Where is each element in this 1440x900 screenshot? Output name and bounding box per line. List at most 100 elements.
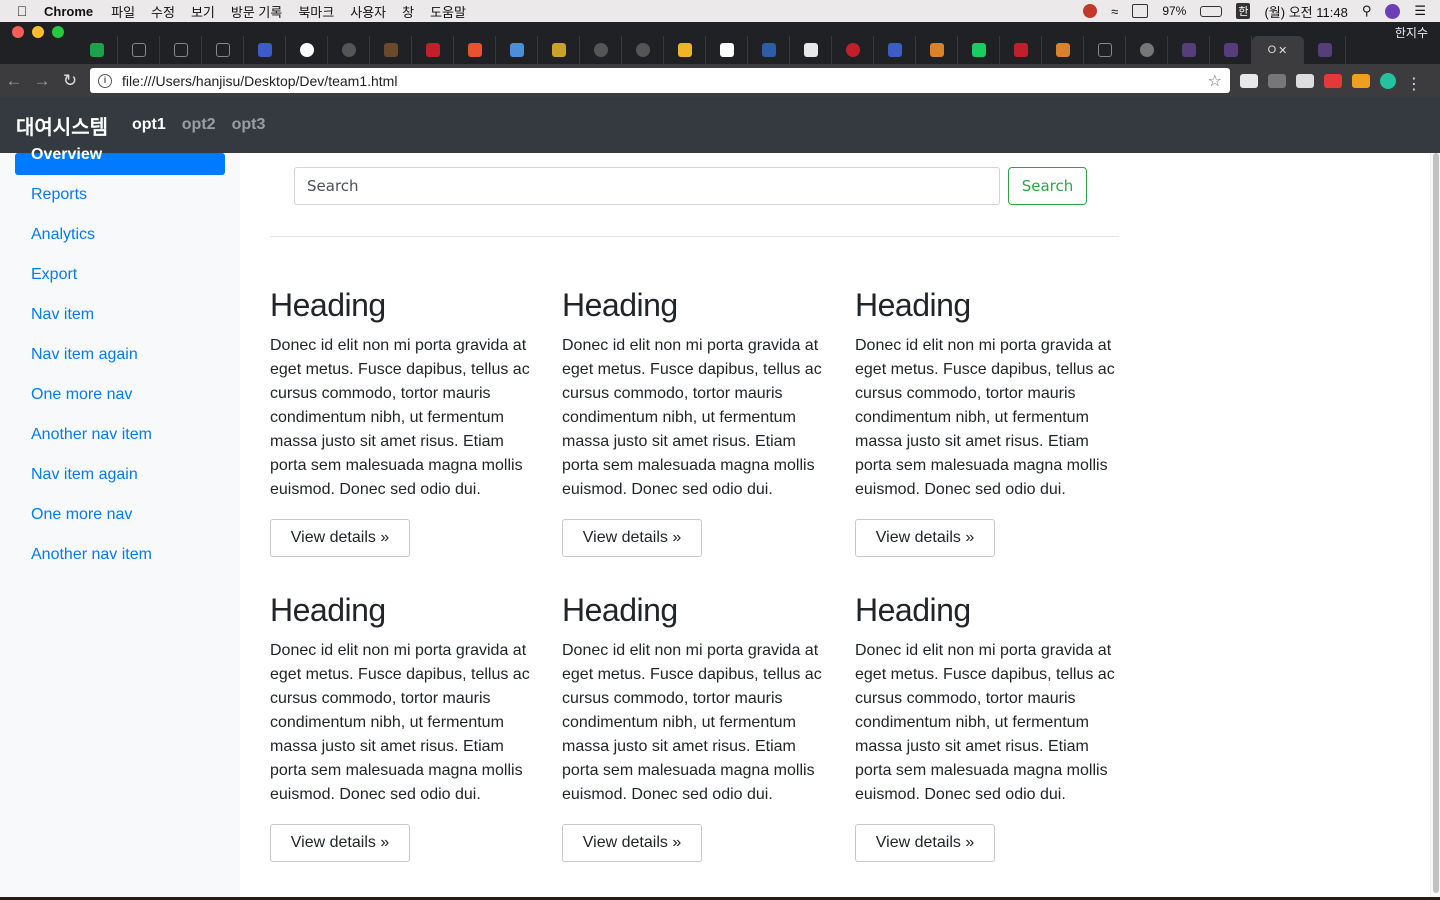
tab[interactable] <box>1304 36 1346 64</box>
apple-icon[interactable]:  <box>0 3 44 19</box>
minimize-window-icon[interactable] <box>32 25 44 38</box>
tab[interactable] <box>370 36 412 64</box>
youtube-extension-icon[interactable] <box>1324 73 1342 88</box>
css-extension-icon[interactable] <box>1268 73 1286 88</box>
tab[interactable] <box>202 36 244 64</box>
nav-link-opt2[interactable]: opt2 <box>182 116 216 134</box>
tab[interactable] <box>622 36 664 64</box>
tab[interactable] <box>1168 36 1210 64</box>
page-scrollbar[interactable] <box>1430 153 1440 897</box>
extension-icon[interactable] <box>1296 73 1314 88</box>
tab[interactable] <box>1084 36 1126 64</box>
close-tab-icon[interactable]: ✕ <box>1278 44 1287 57</box>
sidebar-item-nav-item[interactable]: Nav item <box>15 295 225 335</box>
view-details-button[interactable]: View details » <box>270 824 410 862</box>
menu-view[interactable]: 보기 <box>191 2 215 21</box>
tab[interactable] <box>748 36 790 64</box>
sidebar-item-reports[interactable]: Reports <box>15 175 225 215</box>
wifi-icon[interactable]: ≈ <box>1111 4 1118 19</box>
menu-history[interactable]: 방문 기록 <box>231 2 282 21</box>
back-arrow-icon[interactable]: ← <box>0 71 28 91</box>
tab[interactable] <box>790 36 832 64</box>
bookmark-star-icon[interactable]: ☆ <box>1208 71 1222 91</box>
info-icon[interactable]: i <box>98 73 112 88</box>
nav-link-opt1[interactable]: opt1 <box>132 116 166 134</box>
forward-arrow-icon[interactable]: → <box>28 71 56 91</box>
tab[interactable] <box>580 36 622 64</box>
sidebar-item-one-more-nav[interactable]: One more nav <box>15 375 225 415</box>
extension-icon[interactable] <box>1240 73 1258 88</box>
profile-name[interactable]: 한지수 <box>1389 24 1440 57</box>
menu-file[interactable]: 파일 <box>111 2 135 21</box>
view-details-button[interactable]: View details » <box>562 519 702 557</box>
tab[interactable] <box>664 36 706 64</box>
battery-icon[interactable] <box>1200 5 1223 17</box>
notification-center-icon[interactable]: ☰ <box>1414 3 1426 19</box>
tab[interactable] <box>706 36 748 64</box>
tab-favicon-icon <box>887 43 902 57</box>
app-menu-chrome[interactable]: Chrome <box>44 4 93 19</box>
tab[interactable] <box>958 36 1000 64</box>
tab[interactable] <box>1000 36 1042 64</box>
sidebar-item-nav-item-again-2[interactable]: Nav item again <box>15 455 225 495</box>
chrome-menu-icon[interactable]: ⋮ <box>1406 74 1422 93</box>
sidebar-item-another-nav-item[interactable]: Another nav item <box>15 415 225 455</box>
view-details-button[interactable]: View details » <box>855 824 995 862</box>
tab-favicon-icon <box>677 43 692 57</box>
main-content: Search Search Heading Donec id elit non … <box>270 153 1120 862</box>
input-method[interactable]: 한 <box>1236 3 1251 19</box>
menu-bookmarks[interactable]: 북마크 <box>298 2 334 21</box>
tab[interactable] <box>118 36 160 64</box>
tab[interactable] <box>454 36 496 64</box>
new-extension-icon[interactable] <box>1352 73 1370 88</box>
zoom-window-icon[interactable] <box>52 25 64 38</box>
tab[interactable] <box>874 36 916 64</box>
tab[interactable] <box>1126 36 1168 64</box>
sidebar-item-one-more-nav-2[interactable]: One more nav <box>15 495 225 535</box>
sidebar-item-nav-item-again[interactable]: Nav item again <box>15 335 225 375</box>
tab[interactable] <box>286 36 328 64</box>
close-window-icon[interactable] <box>12 25 24 38</box>
address-bar[interactable]: i file:///Users/hanjisu/Desktop/Dev/team… <box>90 68 1230 93</box>
tab[interactable] <box>916 36 958 64</box>
reload-icon[interactable]: ↻ <box>56 71 84 91</box>
tab[interactable] <box>328 36 370 64</box>
tab[interactable] <box>412 36 454 64</box>
url-text[interactable]: file:///Users/hanjisu/Desktop/Dev/team1.… <box>122 73 1208 89</box>
sidebar-item-overview[interactable]: Overview <box>15 147 225 175</box>
menu-help[interactable]: 도움말 <box>430 2 466 21</box>
sidebar-item-export[interactable]: Export <box>15 255 225 295</box>
view-details-button[interactable]: View details » <box>270 519 410 557</box>
tab[interactable] <box>1210 36 1252 64</box>
scrollbar-thumb[interactable] <box>1433 153 1439 893</box>
window-controls <box>0 25 76 53</box>
view-details-button[interactable]: View details » <box>855 519 995 557</box>
sidebar-item-analytics[interactable]: Analytics <box>15 215 225 255</box>
tab-active[interactable]: O ✕ <box>1252 36 1304 64</box>
view-details-button[interactable]: View details » <box>562 824 702 862</box>
navbar-brand[interactable]: 대여시스템 <box>16 111 108 140</box>
tab[interactable] <box>538 36 580 64</box>
tab[interactable] <box>244 36 286 64</box>
chat-icon[interactable] <box>1083 4 1098 18</box>
menu-people[interactable]: 사용자 <box>350 2 386 21</box>
menu-edit[interactable]: 수정 <box>151 2 175 21</box>
tab-favicon-icon <box>761 43 776 57</box>
nav-link-opt3[interactable]: opt3 <box>232 116 266 134</box>
siri-icon[interactable] <box>1385 3 1401 19</box>
tab[interactable] <box>76 36 118 64</box>
tab[interactable] <box>1042 36 1084 64</box>
tab[interactable] <box>496 36 538 64</box>
clock[interactable]: (월) 오전 11:48 <box>1264 2 1347 21</box>
search-button[interactable]: Search <box>1008 167 1087 205</box>
m-extension-icon[interactable] <box>1380 72 1396 89</box>
spotlight-icon[interactable]: ⚲ <box>1362 3 1372 19</box>
tab[interactable] <box>832 36 874 64</box>
menu-window[interactable]: 창 <box>402 2 414 21</box>
bootstrap-icon <box>1181 43 1196 57</box>
sidebar-item-another-nav-item-2[interactable]: Another nav item <box>15 535 225 575</box>
tab[interactable] <box>160 36 202 64</box>
airplay-icon[interactable] <box>1132 4 1149 18</box>
search-input[interactable]: Search <box>294 167 1000 205</box>
card: Heading Donec id elit non mi porta gravi… <box>855 591 1119 862</box>
